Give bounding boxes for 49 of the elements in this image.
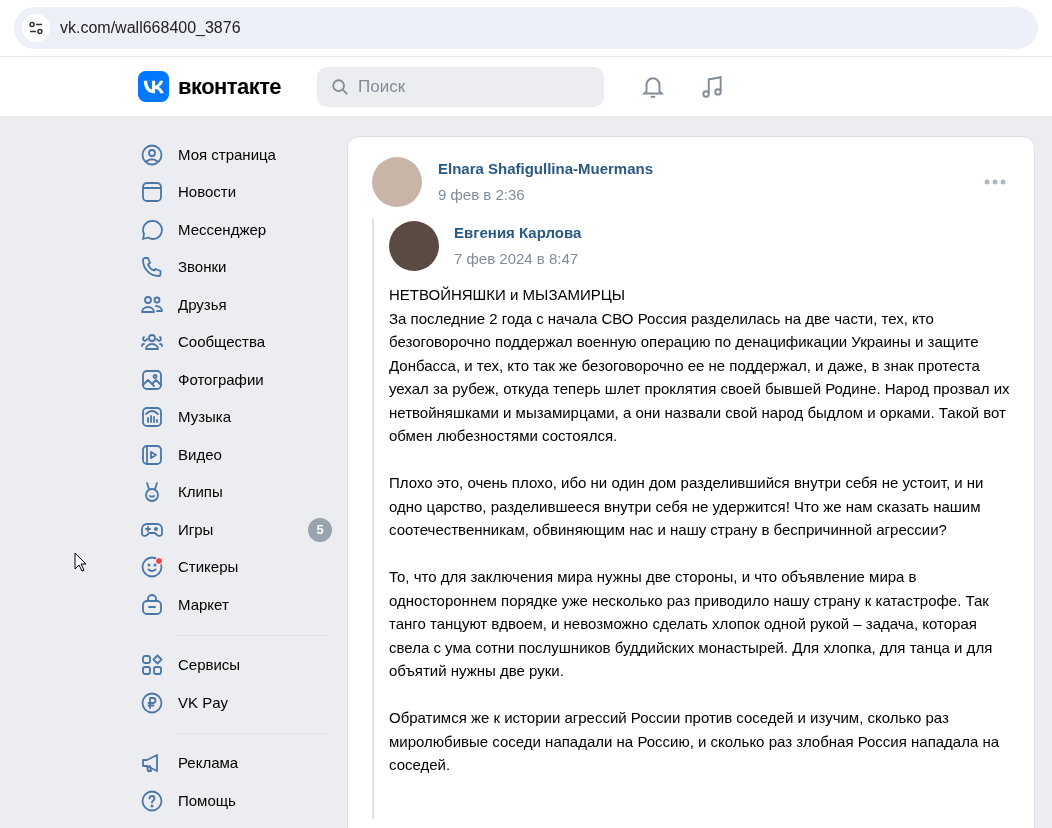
- post-paragraph: Плохо это, очень плохо, ибо ни один дом разделившийся внутри себя не устоит, и ни одно царство, разделившееся внутри себя не удержится! Что же нам сказать нашим соотечественникам, обвиняющим нас и нашу страну в беспричинной агрессии?: [389, 473, 985, 540]
- address-bar[interactable]: vk.com/wall668400_3876: [14, 7, 1038, 49]
- sidebar-item[interactable]: Фотографии: [140, 361, 330, 399]
- sidebar-item[interactable]: Звонки: [140, 248, 330, 286]
- author-name[interactable]: Евгения Карлова: [454, 222, 582, 245]
- search-field[interactable]: Поиск: [317, 66, 605, 107]
- sidebar-item[interactable]: Реклама: [140, 744, 330, 782]
- shopping-bag-icon: [140, 592, 164, 617]
- search-icon: [331, 77, 350, 96]
- sidebar-item[interactable]: Мессенджер: [140, 211, 330, 249]
- more-icon[interactable]: [984, 179, 1006, 185]
- sidebar-item[interactable]: Сервисы: [140, 646, 330, 684]
- window-icon: [140, 180, 164, 205]
- play-icon: [140, 442, 164, 467]
- sidebar-item[interactable]: Помощь: [140, 782, 330, 820]
- url-text: vk.com/wall668400_3876: [60, 18, 241, 38]
- author-name[interactable]: Elnara Shafigullina-Muermans: [438, 158, 654, 181]
- cursor-icon: [74, 552, 88, 572]
- sidebar-item[interactable]: Игры 5: [140, 511, 330, 549]
- post-date[interactable]: 7 фев 2024 в 8:47: [454, 247, 582, 270]
- sidebar-item[interactable]: VK Pay: [140, 684, 330, 722]
- help-icon: [140, 788, 164, 813]
- phone-icon: [140, 255, 164, 280]
- profile-icon: [140, 142, 164, 167]
- sidebar-item[interactable]: Новости: [140, 173, 330, 211]
- sidebar-item[interactable]: Клипы: [140, 473, 330, 511]
- site-settings-icon[interactable]: [22, 14, 50, 42]
- post-paragraph: НЕТВОЙНЯШКИ и МЫЗАМИРЦЫ За последние 2 года с начала СВО Россия разделилась на две части, тех, кто безоговорочно поддержал военную операцию по денацификации Украины и защите Донбасса, и тех, кто так же безоговорочно ее не поддержал, и даже, в знак протеста уехал за рубеж, откуда теперь шлет проклятия своей бывшей Родине. Народ прозвал их нетвойняшками и мызамирцами, а они назвали свой народ быдлом и орками. Такой вот обмен любезностями состоялся.: [389, 285, 1011, 446]
- ruble-icon: [140, 690, 164, 715]
- vk-logo-icon[interactable]: [138, 71, 169, 102]
- post-paragraph: То, что для заключения мира нужны две стороны, и что объявление мира в одностороннем порядке уже несколько раз приводило нашу страну к катастрофе. Так танго танцуют вдвоем, и невозможно сделать хлопок одной рукой – задача, которая свела с ума сотни послушников буддийских монастырей. Для хлопка, для танца и для объятий нужны две руки.: [389, 567, 994, 681]
- logo-text[interactable]: вконтакте: [178, 70, 282, 103]
- post-date[interactable]: 9 фев в 2:36: [438, 183, 654, 206]
- sidebar-item[interactable]: Музыка: [140, 398, 330, 436]
- avatar[interactable]: [389, 221, 439, 271]
- image-icon: [140, 367, 164, 392]
- count-badge: 5: [308, 517, 332, 542]
- sidebar-item[interactable]: Друзья: [140, 286, 330, 324]
- grid-icon: [140, 653, 164, 678]
- chat-bubble-icon: [140, 217, 164, 242]
- sidebar-item[interactable]: Сообщества: [140, 323, 330, 361]
- sidebar-item[interactable]: Видео: [140, 436, 330, 474]
- smiley-icon: [140, 555, 164, 580]
- search-input: Поиск: [358, 73, 579, 100]
- sidebar-item[interactable]: Стикеры: [140, 548, 330, 586]
- equalizer-icon: [140, 405, 164, 430]
- sidebar-item[interactable]: Моя страница: [140, 136, 330, 174]
- sidebar-item[interactable]: Маркет: [140, 586, 330, 624]
- post-paragraph: Обратимся же к истории агрессий России против соседей и изучим, сколько раз миролюбивые соседи нападали на Россию, и сколько раз злобная Россия нападала на соседей.: [389, 708, 1001, 775]
